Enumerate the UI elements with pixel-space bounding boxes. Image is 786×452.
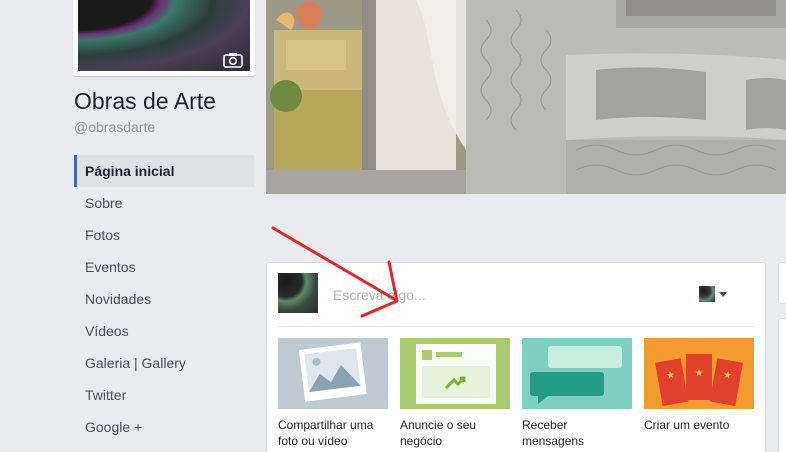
chevron-down-icon[interactable] — [719, 292, 727, 297]
right-column-card — [778, 262, 786, 304]
composer-avatar — [278, 273, 318, 313]
share-photo-video-button[interactable]: Compartilhar uma foto ou vídeo — [278, 338, 388, 449]
cover-photo-image — [266, 0, 786, 194]
nav-item-gallery[interactable]: Galeria | Gallery — [74, 347, 254, 379]
nav-item-news[interactable]: Novidades — [74, 283, 254, 315]
nav-item-twitter[interactable]: Twitter — [74, 379, 254, 411]
create-event-button[interactable]: ★ ★ ★ Criar um evento — [644, 338, 754, 449]
right-column-card — [778, 318, 786, 452]
get-messages-button[interactable]: Receber mensagens — [522, 338, 632, 449]
camera-icon[interactable] — [223, 52, 243, 68]
nav-item-videos[interactable]: Vídeos — [74, 315, 254, 347]
cover-photo[interactable] — [266, 0, 786, 194]
tile-label: Compartilhar uma foto ou vídeo — [278, 418, 374, 448]
advertise-icon — [400, 338, 510, 409]
page-nav: Página inicial Sobre Fotos Eventos Novid… — [74, 155, 254, 443]
tile-label: Receber mensagens — [522, 418, 585, 448]
page-handle[interactable]: @obrasdarte — [74, 119, 155, 135]
page-title[interactable]: Obras de Arte — [74, 88, 216, 115]
photo-icon — [278, 338, 388, 409]
post-composer: Compartilhar uma foto ou vídeo Anuncie o… — [266, 262, 766, 452]
nav-item-photos[interactable]: Fotos — [74, 219, 254, 251]
nav-item-about[interactable]: Sobre — [74, 187, 254, 219]
composer-actions: Compartilhar uma foto ou vídeo Anuncie o… — [278, 338, 754, 449]
post-input[interactable] — [333, 285, 633, 305]
tile-label: Criar um evento — [644, 418, 730, 432]
messages-icon — [522, 338, 632, 409]
nav-item-google-plus[interactable]: Google + — [74, 411, 254, 443]
event-icon: ★ ★ ★ — [644, 338, 754, 409]
svg-text:★: ★ — [695, 368, 704, 379]
advertise-business-button[interactable]: Anuncie o seu negócio — [400, 338, 510, 449]
tile-label: Anuncie o seu negócio — [400, 418, 477, 448]
nav-item-home[interactable]: Página inicial — [74, 155, 254, 187]
svg-text:★: ★ — [665, 370, 676, 382]
svg-text:★: ★ — [722, 370, 733, 382]
posting-as-avatar[interactable] — [699, 286, 715, 302]
nav-item-events[interactable]: Eventos — [74, 251, 254, 283]
divider — [278, 326, 754, 327]
profile-picture[interactable] — [73, 0, 255, 76]
